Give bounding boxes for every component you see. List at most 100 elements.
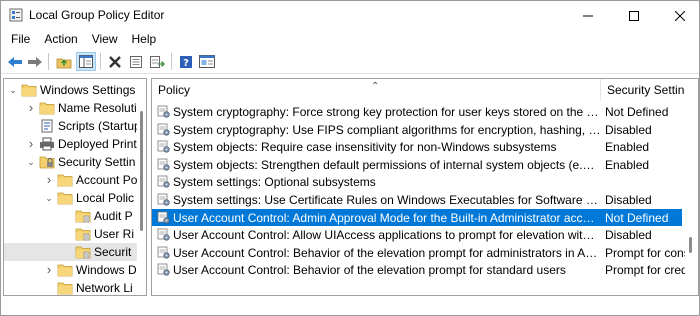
policy-security-setting: Not Defined <box>605 105 669 119</box>
policy-name: System cryptography: Use FIPS compliant … <box>173 122 601 137</box>
properties-button[interactable] <box>126 52 146 71</box>
chevron-down-icon[interactable]: ⌄ <box>26 156 36 168</box>
help-icon: ? <box>180 55 192 69</box>
maximize-button[interactable] <box>611 1 657 30</box>
policy-row[interactable]: System objects: Require case insensitivi… <box>152 138 682 156</box>
group-policy-editor-icon <box>9 8 23 22</box>
show-hide-tree-icon <box>79 55 93 68</box>
close-icon <box>675 10 685 21</box>
extended-view-button[interactable] <box>197 52 217 71</box>
window-title: Local Group Policy Editor <box>29 8 165 22</box>
policy-security-setting: Prompt for credentials <box>605 263 685 278</box>
tree-item[interactable]: Audit P <box>4 207 137 225</box>
policy-setting-icon <box>157 246 170 259</box>
policy-name: System objects: Strengthen default permi… <box>173 157 601 172</box>
tree-item-label: Account Po <box>76 173 137 187</box>
policy-setting-icon <box>157 123 170 136</box>
policy-security-setting: Not Defined <box>605 210 669 225</box>
menu-help[interactable]: Help <box>125 30 164 50</box>
policy-row[interactable]: System settings: Optional subsystems <box>152 173 682 191</box>
chevron-right-icon[interactable]: › <box>26 137 36 150</box>
properties-icon <box>130 55 142 68</box>
policy-security-setting: Prompt for consent <box>605 245 685 260</box>
back-button[interactable] <box>5 52 25 71</box>
policy-list[interactable]: Policy ⌃ Security Setting System cryptog… <box>151 78 699 296</box>
app-window: Local Group Policy Editor File Action Vi… <box>0 0 700 316</box>
chevron-right-icon[interactable]: › <box>44 263 54 276</box>
tree-item[interactable]: › Name Resoluti <box>4 99 137 117</box>
delete-icon <box>109 55 121 68</box>
policy-name: User Account Control: Behavior of the el… <box>173 263 566 278</box>
tree-item[interactable]: › Windows D <box>4 261 137 279</box>
svg-text:?: ? <box>183 58 189 69</box>
column-header-policy[interactable]: Policy ⌃ <box>152 79 601 101</box>
policy-name: User Account Control: Allow UIAccess app… <box>173 228 601 243</box>
tree-item-label: Name Resoluti <box>58 101 137 115</box>
show-hide-tree-button[interactable] <box>76 52 96 71</box>
policy-setting-icon <box>157 228 170 241</box>
menu-file[interactable]: File <box>1 30 37 50</box>
export-list-button[interactable] <box>147 52 167 71</box>
tree-item[interactable]: › Deployed Print <box>4 135 137 153</box>
folder-icon <box>39 102 55 115</box>
tree-item[interactable]: ⌄ Windows Settings <box>4 81 137 99</box>
policy-row[interactable]: System settings: Use Certificate Rules o… <box>152 191 682 209</box>
up-folder-icon <box>56 58 72 68</box>
delete-button[interactable] <box>105 52 125 71</box>
close-button[interactable] <box>657 1 700 30</box>
folder-icon <box>75 228 91 241</box>
tree-item[interactable]: › Account Po <box>4 171 137 189</box>
tree-item[interactable]: Securit <box>4 243 137 261</box>
tree-item[interactable]: Network Li <box>4 279 137 295</box>
column-header-security-setting[interactable]: Security Setting <box>601 79 685 101</box>
policy-name: System objects: Require case insensitivi… <box>173 140 557 155</box>
tree-item-label: Security Settin <box>58 155 136 169</box>
tree-item-label: Scripts (Startup <box>58 119 137 133</box>
status-bar <box>1 299 699 315</box>
chevron-down-icon[interactable]: ⌄ <box>8 84 18 96</box>
folder-icon <box>57 192 73 205</box>
list-scrollbar[interactable] <box>684 79 698 295</box>
console-tree[interactable]: ⌄ Windows Settings › Name Resoluti Scripts (… <box>3 78 147 296</box>
policy-setting-icon <box>157 211 170 224</box>
export-list-icon <box>150 55 165 68</box>
sort-ascending-icon: ⌃ <box>371 81 380 92</box>
tree-scrollbar-thumb[interactable] <box>140 111 143 231</box>
tree-item-label: Deployed Print <box>58 137 137 151</box>
policy-row[interactable]: System cryptography: Force strong key pr… <box>152 103 682 121</box>
chevron-right-icon[interactable]: › <box>26 101 36 114</box>
tree-item[interactable]: ⌄ Security Settin <box>4 153 137 171</box>
tree-item-label: Windows D <box>76 263 137 277</box>
policy-row[interactable]: System cryptography: Use FIPS compliant … <box>152 121 682 139</box>
chevron-down-icon[interactable]: ⌄ <box>44 192 54 204</box>
policy-row[interactable]: System objects: Strengthen default permi… <box>152 156 682 174</box>
minimize-button[interactable] <box>565 1 611 30</box>
tree-item[interactable]: Scripts (Startup <box>4 117 137 135</box>
policy-setting-icon <box>157 175 170 188</box>
forward-icon <box>28 56 42 67</box>
menu-view[interactable]: View <box>85 30 125 50</box>
policy-setting-icon <box>157 158 170 171</box>
menu-action[interactable]: Action <box>37 30 84 50</box>
maximize-icon <box>629 10 639 21</box>
policy-row[interactable]: User Account Control: Admin Approval Mod… <box>152 208 682 227</box>
policy-security-setting: Disabled <box>605 228 652 243</box>
scripts-icon <box>41 119 53 133</box>
tree-scrollbar[interactable] <box>138 79 146 295</box>
policy-setting-icon <box>157 263 170 276</box>
policy-row[interactable]: User Account Control: Behavior of the el… <box>152 261 685 279</box>
tree-item[interactable]: ⌄ Local Polic <box>4 189 137 207</box>
policy-security-setting: Disabled <box>605 193 652 207</box>
up-one-level-button[interactable] <box>54 52 74 71</box>
tree-item[interactable]: User Ri <box>4 225 137 243</box>
policy-name: System cryptography: Force strong key pr… <box>173 105 601 119</box>
policy-row[interactable]: User Account Control: Allow UIAccess app… <box>152 226 682 244</box>
chevron-right-icon[interactable]: › <box>44 173 54 186</box>
help-button[interactable]: ? <box>176 52 196 71</box>
tree-item-label: Local Polic <box>76 191 135 205</box>
folder-icon <box>57 264 73 277</box>
policy-row[interactable]: User Account Control: Behavior of the el… <box>152 244 685 262</box>
list-scrollbar-thumb[interactable] <box>689 237 692 253</box>
forward-button[interactable] <box>25 52 45 71</box>
column-header-policy-label: Policy <box>158 83 191 97</box>
